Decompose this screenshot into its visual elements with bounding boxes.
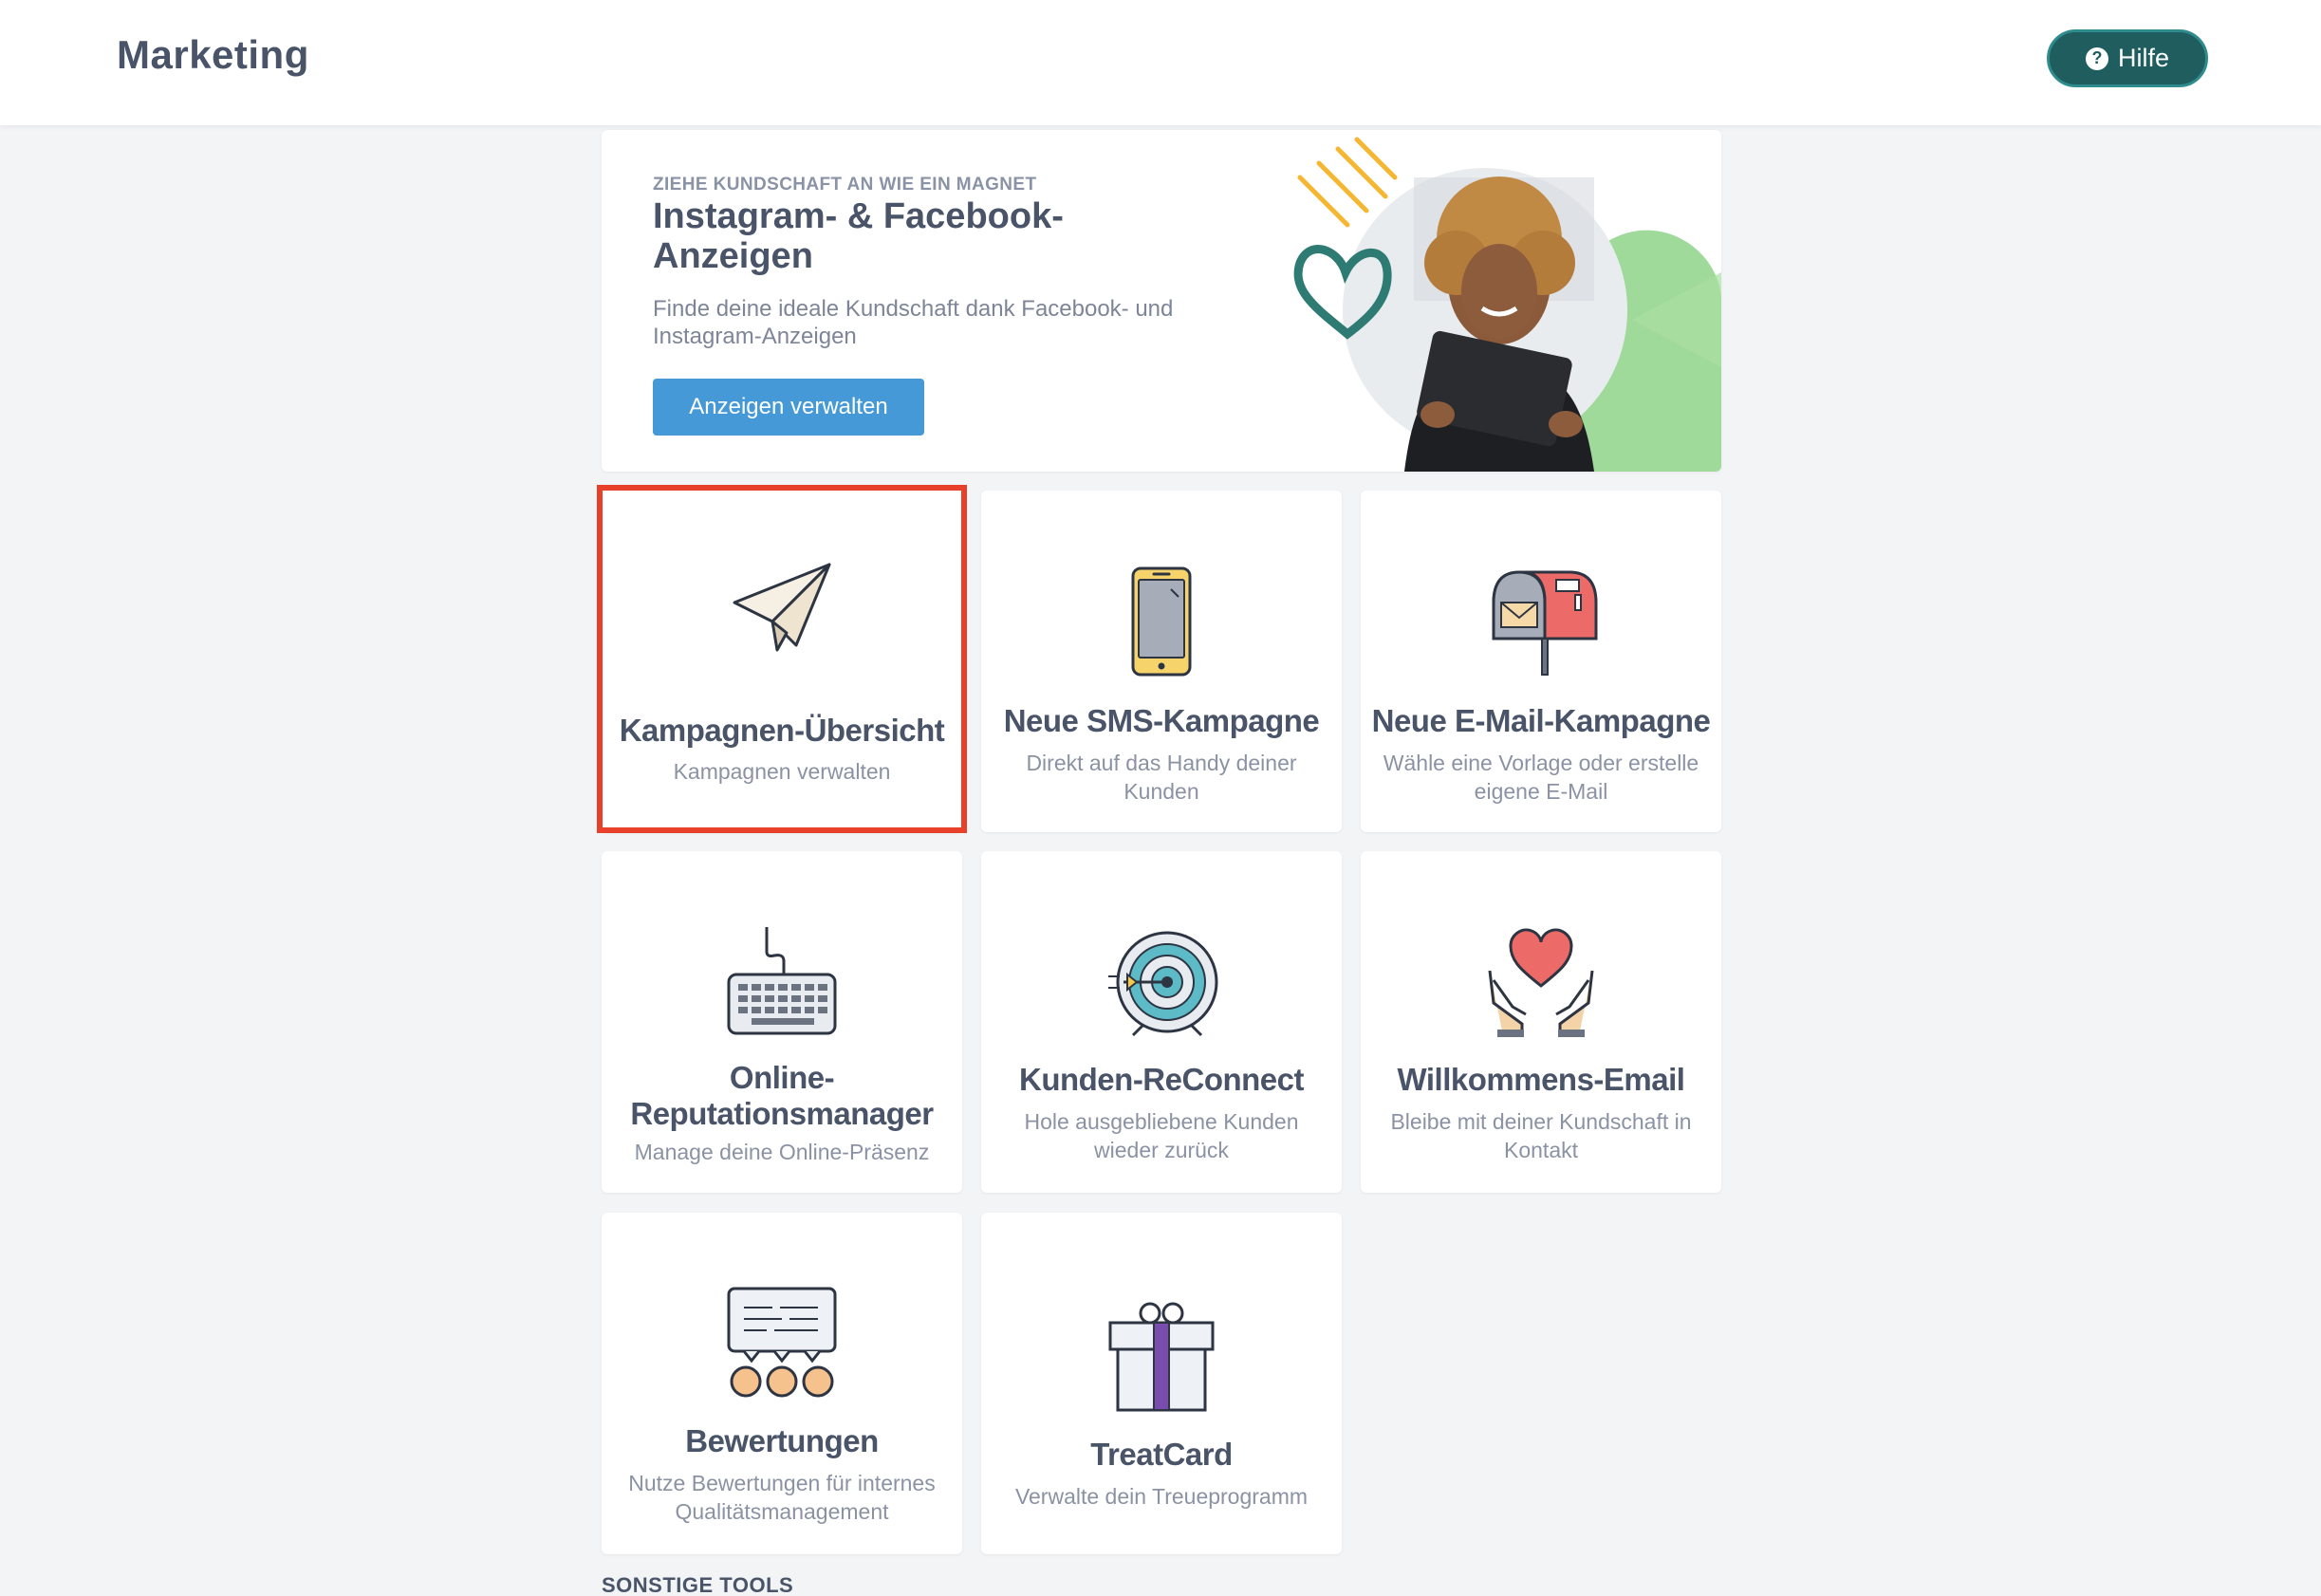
smartphone-icon (1131, 566, 1192, 677)
banner-illustration (1293, 137, 1721, 472)
manage-ads-button[interactable]: Anzeigen verwalten (653, 379, 924, 436)
page-title: Marketing (117, 32, 309, 77)
card-title: Willkommens-Email (1397, 1062, 1685, 1097)
card-treatcard[interactable]: TreatCard Verwalte dein Treueprogramm (981, 1213, 1342, 1554)
help-button-label: Hilfe (2117, 44, 2169, 72)
card-campaign-overview[interactable]: Kampagnen-Übersicht Kampagnen verwalten (602, 491, 962, 832)
question-icon: ? (2085, 46, 2108, 70)
top-bar: Marketing ? Hilfe (0, 0, 2321, 125)
card-new-sms-campaign[interactable]: Neue SMS-Kampagne Direkt auf das Handy d… (981, 491, 1342, 832)
card-subtitle: Manage deine Online-Präsenz (634, 1140, 930, 1164)
card-title: Neue E-Mail-Kampagne (1371, 703, 1711, 738)
card-title: Online-Reputationsmanager (630, 1060, 934, 1131)
card-welcome-email[interactable]: Willkommens-Email Bleibe mit deiner Kund… (1361, 851, 1721, 1193)
card-new-email-campaign[interactable]: Neue E-Mail-Kampagne Wähle eine Vorlage … (1361, 491, 1721, 832)
card-title: Kampagnen-Übersicht (619, 713, 945, 748)
card-title: Bewertungen (685, 1423, 879, 1458)
help-button[interactable]: ? Hilfe (2047, 29, 2208, 87)
card-subtitle: Hole ausgebliebene Kunden wieder zurück (1024, 1109, 1299, 1162)
reviews-icon (727, 1287, 837, 1398)
card-kunden-reconnect[interactable]: Kunden-ReConnect Hole ausgebliebene Kund… (981, 851, 1342, 1193)
mailbox-icon (1492, 570, 1598, 676)
banner-description: Finde deine ideale Kundschaft dank Faceb… (653, 296, 1174, 349)
card-subtitle: Nutze Bewertungen für internes Qualitäts… (628, 1471, 936, 1524)
card-title: Neue SMS-Kampagne (1003, 703, 1320, 738)
card-subtitle: Kampagnen verwalten (673, 759, 891, 784)
keyboard-icon (727, 927, 837, 1035)
target-icon (1108, 931, 1218, 1037)
banner-title: Instagram- & Facebook-Anzeigen (653, 196, 1064, 276)
card-online-reputation-manager[interactable]: Online-Reputationsmanager Manage deine O… (602, 851, 962, 1193)
gift-icon (1108, 1302, 1215, 1412)
paper-plane-icon (733, 563, 831, 652)
card-subtitle: Direkt auf das Handy deiner Kunden (1026, 751, 1297, 804)
card-reviews[interactable]: Bewertungen Nutze Bewertungen für intern… (602, 1213, 962, 1554)
card-subtitle: Verwalte dein Treueprogramm (1014, 1484, 1309, 1509)
card-subtitle: Bleibe mit deiner Kundschaft in Kontakt (1390, 1109, 1692, 1162)
card-title: Kunden-ReConnect (1019, 1062, 1305, 1097)
card-subtitle: Wähle eine Vorlage oder erstelle eigene … (1383, 751, 1699, 804)
ads-banner: ZIEHE KUNDSCHAFT AN WIE EIN MAGNET Insta… (602, 130, 1721, 472)
banner-eyebrow: ZIEHE KUNDSCHAFT AN WIE EIN MAGNET (653, 175, 1037, 195)
card-title: TreatCard (1090, 1437, 1233, 1472)
heart-hands-icon (1488, 928, 1594, 1037)
section-label-other-tools: SONSTIGE TOOLS (602, 1573, 794, 1596)
